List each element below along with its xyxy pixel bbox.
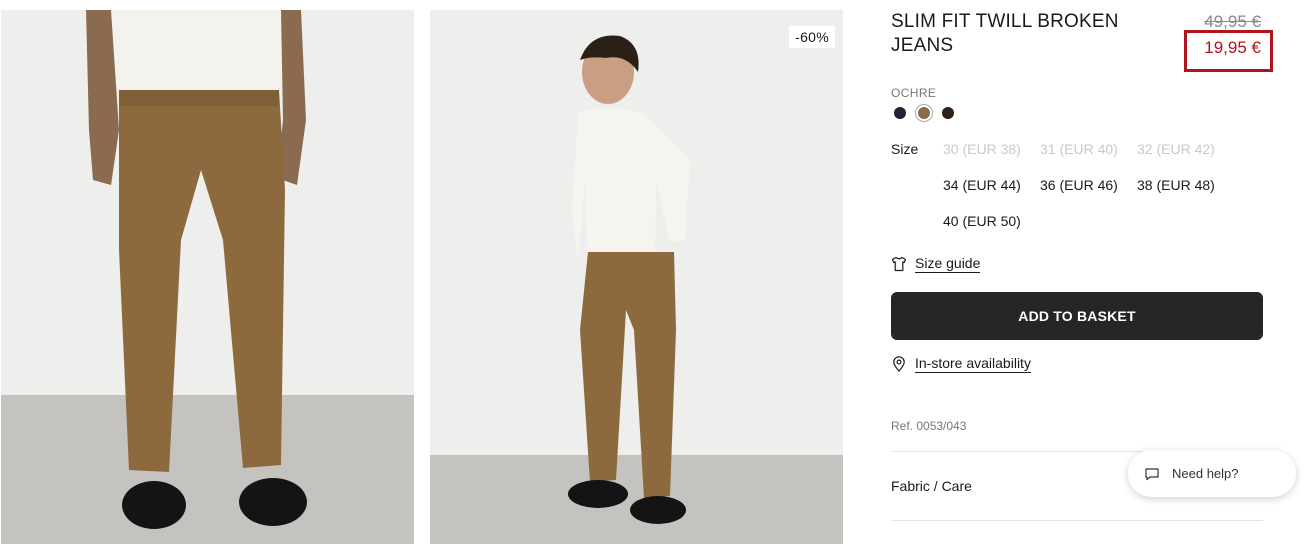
size-guide-label[interactable]: Size guide <box>915 255 981 273</box>
product-reference: Ref. 0053/043 <box>891 419 967 433</box>
size-guide-link[interactable]: Size guide <box>891 255 981 273</box>
size-option[interactable]: 31 (EUR 40) <box>1040 141 1137 157</box>
size-options: 30 (EUR 38) 31 (EUR 40) 32 (EUR 42) 34 (… <box>943 141 1253 229</box>
size-option[interactable]: 38 (EUR 48) <box>1137 177 1247 193</box>
in-store-availability-link[interactable]: In-store availability <box>891 355 1031 373</box>
sale-price: 19,95 € <box>1204 38 1261 57</box>
size-option[interactable]: 40 (EUR 50) <box>943 213 1040 229</box>
product-title: SLIM FIT TWILL BROKEN JEANS <box>891 11 1119 56</box>
product-photo-front-image <box>1 10 414 544</box>
need-help-label: Need help? <box>1172 466 1239 481</box>
need-help-button[interactable]: Need help? <box>1128 450 1296 497</box>
color-swatch-dot <box>894 107 906 119</box>
discount-badge: -60% <box>789 26 835 48</box>
product-photo-model[interactable]: -60% <box>430 10 843 544</box>
size-label: Size <box>891 141 919 157</box>
product-photo-model-image <box>430 10 843 544</box>
color-swatch[interactable] <box>891 104 909 122</box>
divider <box>891 520 1263 521</box>
color-swatch-dot <box>942 107 954 119</box>
chat-bubble-icon <box>1145 467 1159 480</box>
in-store-availability-label[interactable]: In-store availability <box>915 355 1031 373</box>
color-swatches <box>891 104 957 122</box>
selected-color-name: OCHRE <box>891 86 937 100</box>
color-swatch-dot <box>918 107 930 119</box>
size-option[interactable]: 30 (EUR 38) <box>943 141 1040 157</box>
color-swatch[interactable] <box>915 104 933 122</box>
location-pin-icon <box>893 356 905 372</box>
color-swatch[interactable] <box>939 104 957 122</box>
product-photo-front[interactable] <box>1 10 414 544</box>
size-option[interactable]: 32 (EUR 42) <box>1137 141 1247 157</box>
tshirt-icon <box>891 256 907 272</box>
add-to-basket-button[interactable]: ADD TO BASKET <box>891 292 1263 340</box>
fabric-care-section[interactable]: Fabric / Care <box>891 478 972 494</box>
size-option[interactable]: 36 (EUR 46) <box>1040 177 1137 193</box>
size-option[interactable]: 34 (EUR 44) <box>943 177 1040 193</box>
original-price: 49,95 € <box>1204 12 1261 31</box>
